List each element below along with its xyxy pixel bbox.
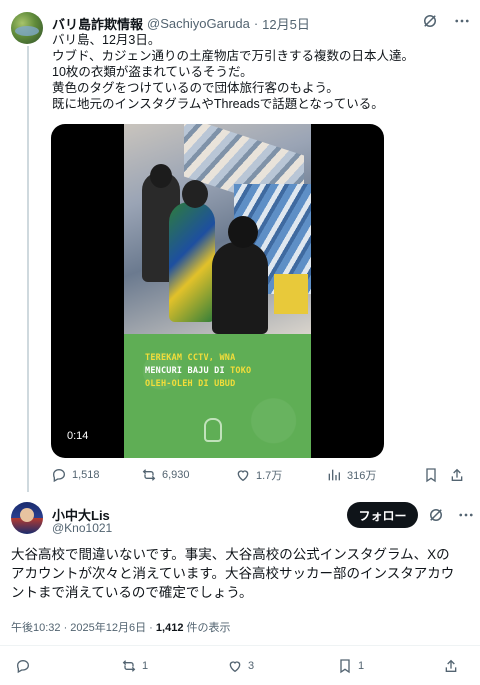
like-button[interactable]: 1.7万 [235, 467, 282, 483]
divider [0, 645, 480, 646]
video-duration: 0:14 [67, 430, 89, 442]
tweet-text-line: 黄色のタグをつけているので団体旅行客のもよう。 [52, 81, 339, 95]
tweet-text-line: アカウントが次々と消えています。大谷高校サッカー部のインスタアカウ [11, 566, 455, 581]
tweet-text-line: バリ島、12月3日。 [52, 33, 161, 47]
tweet-timestamp[interactable]: 午後10:32 · 2025年12月6日 · [11, 622, 156, 634]
author-handle[interactable]: @Kno1021 [52, 521, 112, 535]
follow-button[interactable]: フォロー [347, 502, 418, 528]
bookmark-button[interactable]: 1 [337, 658, 364, 674]
tweet-top-icons [421, 12, 471, 30]
dot-separator: · [253, 16, 259, 31]
author-name[interactable]: バリ島詐欺情報 [52, 14, 143, 33]
reply-button[interactable] [15, 658, 36, 674]
repost-button[interactable]: 6,930 [141, 467, 190, 483]
tweet-text: バリ島、12月3日。 ウブド、カジェン通りの土産物店で万引きする複数の日本人達。… [52, 32, 452, 112]
caption-highlight: TOKO [230, 366, 252, 376]
like-icon [237, 470, 249, 482]
views-label: 件の表示 [183, 622, 231, 634]
repost-count: 6,930 [162, 469, 190, 481]
like-count: 3 [248, 660, 255, 672]
bookmark-count: 1 [358, 660, 365, 672]
grok-icon[interactable] [421, 12, 439, 30]
reply-icon [52, 468, 66, 483]
more-icon[interactable] [453, 12, 471, 30]
caption-line: OLEH-OLEH DI UBUD [145, 379, 236, 389]
video-player[interactable]: TEREKAM CCTV, WNA MENCURI BAJU DI TOKO O… [51, 124, 384, 458]
reply-button[interactable]: 1,518 [51, 467, 100, 483]
bookmark-icon [340, 659, 350, 674]
tweet-text-line: 大谷高校で間違いないです。事実、大谷高校の公式インスタグラム、Xの [11, 547, 450, 562]
video-caption: TEREKAM CCTV, WNA MENCURI BAJU DI TOKO O… [145, 352, 251, 391]
repost-button[interactable]: 1 [121, 658, 148, 674]
tweet-text: 大谷高校で間違いないです。事実、大谷高校の公式インスタグラム、Xの アカウントが… [11, 545, 471, 602]
tweet-actions: 1,518 6,930 1.7万 316万 [51, 467, 463, 485]
author-handle[interactable]: @SachiyoGaruda [147, 16, 250, 31]
like-icon [229, 661, 241, 673]
share-button[interactable] [443, 658, 459, 674]
views-count: 316万 [347, 470, 377, 482]
share-icon [445, 659, 457, 672]
tweet-text-line: 10枚の衣類が盗まれているそうだ。 [52, 65, 253, 79]
more-icon[interactable] [457, 506, 475, 524]
repost-count: 1 [142, 660, 149, 672]
tweet-meta: 午後10:32 · 2025年12月6日 · 1,412 件の表示 [11, 619, 231, 635]
views-icon [328, 469, 340, 481]
repost-icon [142, 469, 156, 481]
watermark-logo [204, 418, 222, 442]
share-button[interactable] [449, 467, 465, 483]
tweet-text-line: 既に地元のインスタグラムやThreadsで話題となっている。 [52, 97, 384, 111]
tweet-actions: 1 3 1 [11, 658, 471, 676]
share-icon [451, 468, 463, 481]
tweet-text-line: ウブド、カジェン通りの土産物店で万引きする複数の日本人達。 [52, 49, 415, 63]
bookmark-button[interactable] [423, 467, 439, 483]
caption-line: MENCURI BAJU DI [145, 366, 231, 376]
caption-line: TEREKAM CCTV, WNA [145, 353, 236, 363]
tweet-header: バリ島詐欺情報 @SachiyoGaruda · 12月5日 [52, 14, 310, 33]
views-button[interactable]: 316万 [326, 467, 376, 483]
grok-icon[interactable] [427, 506, 445, 524]
avatar[interactable] [11, 502, 43, 534]
tweet-top-icons [427, 506, 475, 524]
bookmark-icon [426, 468, 436, 483]
like-count: 1.7万 [256, 470, 283, 482]
tweet-text-line: ントまで消えているので確定でしょう。 [11, 585, 253, 600]
reply-icon [16, 659, 30, 674]
views-count: 1,412 [155, 622, 184, 634]
video-cctv-frame [124, 124, 311, 334]
avatar[interactable] [11, 12, 43, 44]
video-caption-panel: TEREKAM CCTV, WNA MENCURI BAJU DI TOKO O… [124, 334, 311, 458]
reply-count: 1,518 [72, 469, 100, 481]
tweet-date[interactable]: 12月5日 [262, 14, 310, 33]
thread-connector [27, 46, 29, 492]
like-button[interactable]: 3 [227, 658, 254, 674]
repost-icon [122, 660, 136, 672]
